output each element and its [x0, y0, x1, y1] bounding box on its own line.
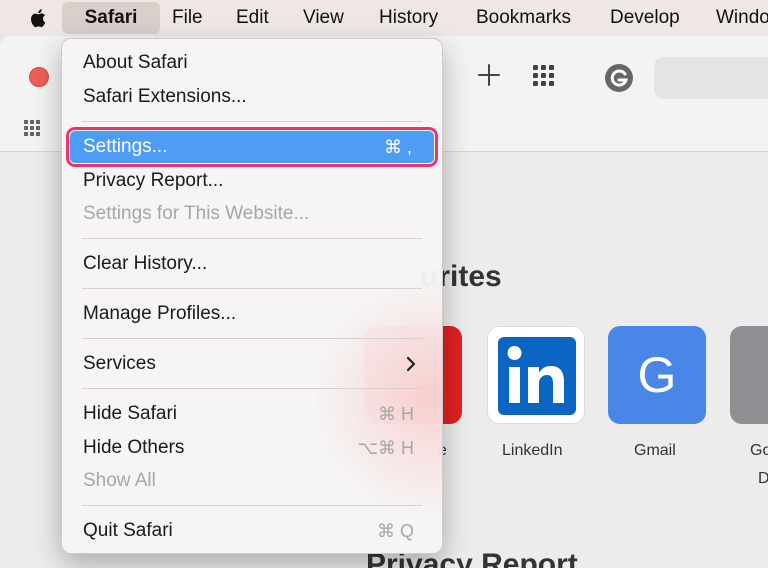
menu-item-settings[interactable]: Settings... ⌘ ,: [66, 127, 438, 167]
close-window-button[interactable]: [29, 67, 49, 87]
menu-separator: [82, 505, 422, 506]
g-extension-icon[interactable]: [603, 62, 635, 94]
menu-item-services[interactable]: Services: [70, 348, 434, 380]
menu-item-label: Show All: [83, 470, 156, 491]
menu-item-label: Hide Safari: [83, 403, 177, 424]
menu-item-safari-extensions[interactable]: Safari Extensions...: [70, 81, 434, 113]
menu-item-quit-safari[interactable]: Quit Safari ⌘ Q: [70, 515, 434, 547]
menu-item-settings-for-website: Settings for This Website...: [70, 198, 434, 230]
favourite-sublabel: D: [758, 470, 768, 487]
address-field[interactable]: [654, 57, 768, 99]
menu-separator: [82, 288, 422, 289]
plus-icon[interactable]: [476, 62, 502, 88]
menu-item-manage-profiles[interactable]: Manage Profiles...: [70, 298, 434, 330]
menu-separator: [82, 238, 422, 239]
menu-item-privacy-report[interactable]: Privacy Report...: [70, 165, 434, 197]
menu-safari[interactable]: Safari: [62, 2, 160, 34]
grid-icon[interactable]: [532, 64, 560, 88]
safari-menu: About Safari Safari Extensions... Settin…: [61, 38, 443, 554]
shortcut-label: ⌥⌘ H: [357, 437, 414, 458]
apple-logo-icon[interactable]: [28, 7, 50, 29]
shortcut-label: ⌘ ,: [383, 136, 412, 157]
menu-item-label: Settings...: [83, 136, 168, 157]
menu-edit[interactable]: Edit: [236, 0, 269, 36]
menu-item-hide-safari[interactable]: Hide Safari ⌘ H: [70, 398, 434, 430]
menu-item-about-safari[interactable]: About Safari: [70, 47, 434, 79]
linkedin-favourite[interactable]: [487, 326, 585, 424]
chevron-right-icon: [406, 356, 416, 372]
google-docs-favourite[interactable]: [730, 326, 768, 424]
menu-file[interactable]: File: [172, 0, 203, 36]
menu-item-hide-others[interactable]: Hide Others ⌥⌘ H: [70, 432, 434, 464]
menu-history[interactable]: History: [379, 0, 438, 36]
menu-item-label: Privacy Report...: [83, 170, 224, 191]
menu-item-label: About Safari: [83, 52, 188, 73]
linkedin-logo-icon: [498, 337, 576, 415]
menu-item-label: Hide Others: [83, 437, 185, 458]
menu-item-label: Safari Extensions...: [83, 86, 247, 107]
shortcut-label: ⌘ H: [378, 403, 414, 424]
menu-separator: [82, 338, 422, 339]
favourite-label: Gmail: [634, 442, 676, 459]
menu-item-label: Settings for This Website...: [83, 203, 310, 224]
gmail-favourite[interactable]: G: [608, 326, 706, 424]
menu-bookmarks[interactable]: Bookmarks: [476, 0, 571, 36]
shortcut-label: ⌘ Q: [376, 520, 414, 541]
menu-separator: [82, 388, 422, 389]
menu-view[interactable]: View: [303, 0, 344, 36]
gmail-letter: G: [637, 347, 677, 403]
menu-window[interactable]: Windo: [716, 0, 768, 36]
menu-separator: [82, 121, 422, 122]
menu-item-label: Services: [83, 353, 156, 374]
menu-item-label: Quit Safari: [83, 520, 173, 541]
menu-bar: Safari File Edit View History Bookmarks …: [0, 0, 768, 36]
favourite-label: Go: [750, 442, 768, 459]
menu-item-clear-history[interactable]: Clear History...: [70, 248, 434, 280]
favourite-label: LinkedIn: [502, 442, 563, 459]
menu-develop[interactable]: Develop: [610, 0, 680, 36]
menu-item-show-all: Show All: [70, 465, 434, 497]
favorites-grid-icon[interactable]: [24, 120, 44, 136]
menu-item-label: Manage Profiles...: [83, 303, 237, 324]
menu-item-label: Clear History...: [83, 253, 208, 274]
